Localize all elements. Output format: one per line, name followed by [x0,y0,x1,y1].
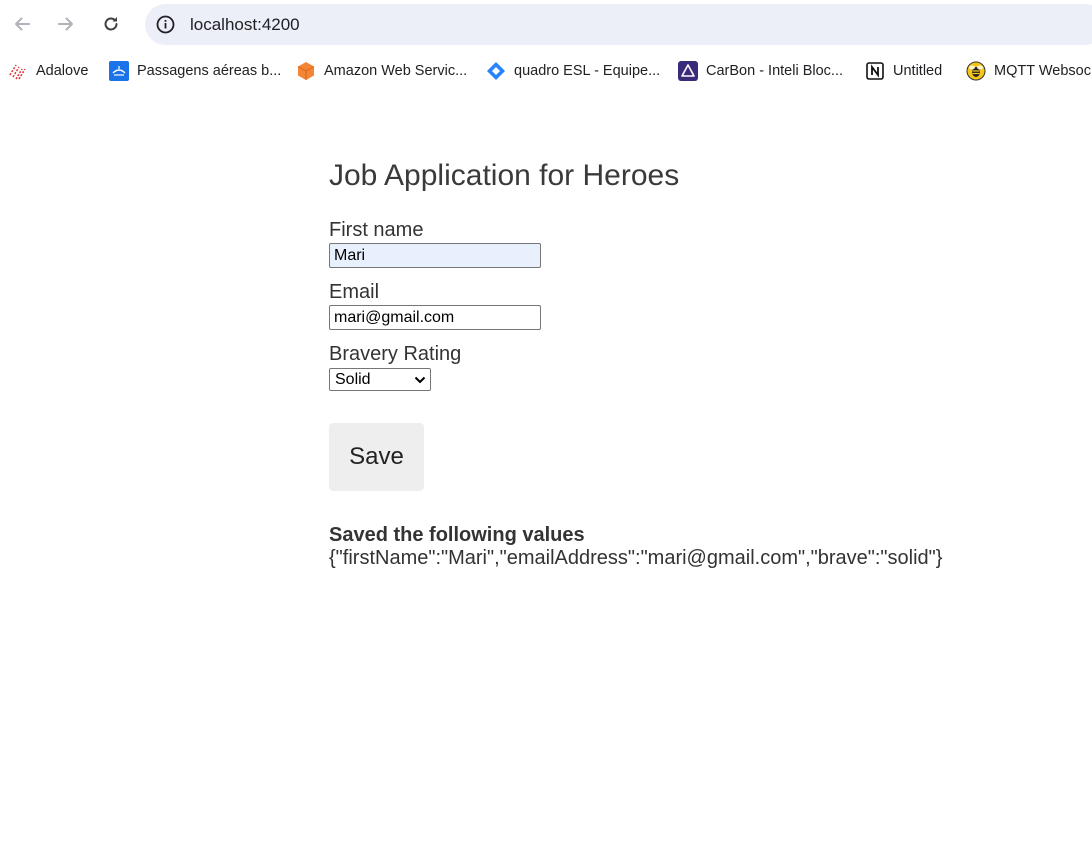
airline-icon [109,61,129,81]
address-bar[interactable]: localhost:4200 [145,4,1092,45]
email-input[interactable]: mari@gmail.com [329,305,541,330]
save-button[interactable]: Save [329,423,424,491]
triangle-icon [678,61,698,81]
saved-values-json: {"firstName":"Mari","emailAddress":"mari… [329,547,943,569]
saved-values-heading: Saved the following values [329,524,585,546]
forward-arrow-icon [58,17,73,31]
bookmark-label: quadro ESL - Equipe... [514,63,661,79]
page-title: Job Application for Heroes [329,159,680,192]
url-text: localhost:4200 [190,15,300,34]
aws-cube-icon [296,61,316,81]
mqtt-bee-icon [966,61,986,81]
bravery-selected-value: Solid [335,371,371,388]
bookmark-label: Amazon Web Servic... [324,63,468,79]
bravery-rating-label: Bravery Rating [329,343,462,365]
bookmark-label: CarBon - Inteli Bloc... [706,63,843,79]
chevron-down-icon [414,376,426,384]
bookmark-label: MQTT Websoc [994,63,1091,79]
bookmark-quadro-esl[interactable]: quadro ESL - Equipe... [486,56,660,86]
browser-toolbar: localhost:4200 [0,0,1092,48]
bookmark-passagens[interactable]: Passagens aéreas b... [109,56,281,86]
forward-button[interactable] [50,8,82,40]
reload-icon [104,17,118,31]
bookmarks-bar: Adalove Passagens aéreas b... Amazon Web… [0,56,1092,86]
bookmark-adalove[interactable]: Adalove [8,56,88,86]
email-label: Email [329,281,380,303]
bookmark-mqtt[interactable]: MQTT Websoc [966,56,1091,86]
adalove-icon [8,61,28,81]
site-info-icon[interactable] [155,14,176,35]
bookmark-untitled[interactable]: Untitled [865,56,942,86]
bookmark-carbon[interactable]: CarBon - Inteli Bloc... [678,56,843,86]
back-button[interactable] [6,8,38,40]
bookmark-label: Untitled [893,63,943,79]
bookmark-label: Adalove [36,63,89,79]
reload-button[interactable] [95,8,127,40]
bookmark-label: Passagens aéreas b... [137,63,282,79]
jira-icon [486,61,506,81]
first-name-label: First name [329,219,424,241]
first-name-input[interactable]: Mari [329,243,541,268]
bookmark-aws[interactable]: Amazon Web Servic... [296,56,467,86]
back-arrow-icon [15,17,30,31]
notion-icon [865,61,885,81]
bravery-rating-select[interactable]: Solid [329,368,431,391]
